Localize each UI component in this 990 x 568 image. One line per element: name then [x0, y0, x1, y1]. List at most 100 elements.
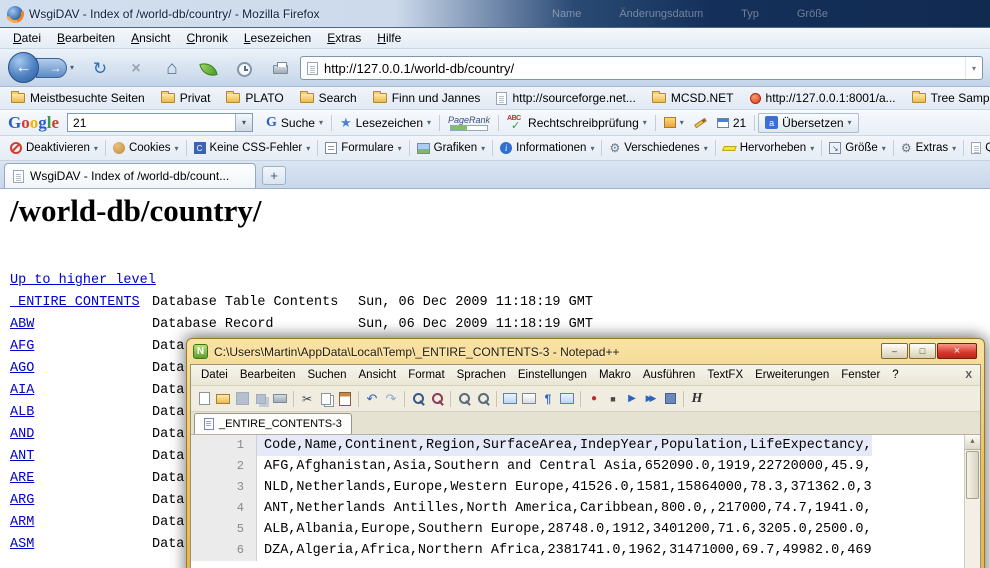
- history-dropdown-icon[interactable]: [70, 63, 74, 72]
- new-file-icon[interactable]: [195, 390, 213, 407]
- home-button[interactable]: [160, 57, 184, 81]
- print-button[interactable]: [268, 57, 292, 81]
- redo-icon[interactable]: [382, 390, 400, 407]
- search-dropdown-icon[interactable]: [235, 114, 252, 131]
- forward-button[interactable]: [36, 58, 67, 78]
- bookmark-sourceforge[interactable]: http://sourceforge.net...: [489, 89, 642, 107]
- save-macro-icon[interactable]: [661, 390, 679, 407]
- extension-leaf-button[interactable]: [196, 57, 220, 81]
- webdev-tools-button[interactable]: Extras: [897, 139, 960, 157]
- menu-item-sprachen[interactable]: Sprachen: [451, 367, 512, 383]
- bookmark-mcsd[interactable]: MCSD.NET: [645, 89, 741, 107]
- bookmark-search[interactable]: Search: [293, 89, 364, 107]
- save-icon[interactable]: [233, 390, 251, 407]
- back-button[interactable]: [8, 52, 39, 83]
- paste-icon[interactable]: [336, 390, 354, 407]
- url-dropdown-icon[interactable]: [965, 57, 982, 79]
- up-to-higher-level-link[interactable]: Up to higher level: [10, 273, 156, 288]
- webdev-source-button[interactable]: Quellte: [967, 140, 990, 156]
- bookmark-localhost-8001[interactable]: http://127.0.0.1:8001/a...: [743, 89, 903, 107]
- menu-item-bearbeiten[interactable]: Bearbeiten: [234, 367, 302, 383]
- replace-icon[interactable]: [428, 390, 446, 407]
- menu-item-ansicht[interactable]: Ansicht: [353, 367, 403, 383]
- save-all-icon[interactable]: [252, 390, 270, 407]
- menu-item-erweiterungen[interactable]: Erweiterungen: [749, 367, 835, 383]
- new-tab-button[interactable]: +: [262, 166, 286, 185]
- entry-link[interactable]: ARG: [10, 493, 152, 515]
- entry-link[interactable]: AIA: [10, 383, 152, 405]
- entry-link[interactable]: ARM: [10, 515, 152, 537]
- google-search-value[interactable]: 21: [68, 116, 235, 130]
- pagerank-widget[interactable]: PageRank: [443, 115, 495, 131]
- stop-macro-icon[interactable]: [604, 390, 622, 407]
- history-clock-button[interactable]: [232, 57, 256, 81]
- open-file-icon[interactable]: [214, 390, 232, 407]
- webdev-css-button[interactable]: Keine CSS-Fehler: [190, 140, 315, 156]
- menu-item-ansicht[interactable]: Ansicht: [123, 29, 178, 47]
- webdev-information-button[interactable]: Informationen: [496, 140, 598, 156]
- webdev-images-button[interactable]: Grafiken: [413, 140, 489, 156]
- notepad-editor[interactable]: 1Code,Name,Continent,Region,SurfaceArea,…: [191, 435, 980, 568]
- function-help-icon[interactable]: [688, 390, 706, 407]
- menu-item-format[interactable]: Format: [402, 367, 450, 383]
- translate-button[interactable]: Übersetzen: [758, 113, 858, 133]
- vertical-scrollbar[interactable]: [964, 435, 980, 568]
- menu-item-textfx[interactable]: TextFX: [701, 367, 749, 383]
- show-symbols-icon[interactable]: [539, 390, 557, 407]
- menu-item-datei[interactable]: Datei: [5, 29, 49, 47]
- entry-link[interactable]: AGO: [10, 361, 152, 383]
- webdev-outline-button[interactable]: Hervorheben: [719, 140, 819, 156]
- menu-item-makro[interactable]: Makro: [593, 367, 637, 383]
- menu-item-suchen[interactable]: Suchen: [301, 367, 352, 383]
- notepad-titlebar[interactable]: C:\Users\Martin\AppData\Local\Temp\_ENTI…: [187, 339, 984, 364]
- cut-icon[interactable]: [298, 390, 316, 407]
- menu-item-ausfuehren[interactable]: Ausführen: [637, 367, 701, 383]
- entry-link[interactable]: ANT: [10, 449, 152, 471]
- bookmark-plato[interactable]: PLATO: [219, 89, 290, 107]
- record-macro-icon[interactable]: [585, 390, 603, 407]
- menu-item-help[interactable]: ?: [886, 367, 904, 383]
- maximize-button[interactable]: [909, 343, 936, 359]
- google-search-button[interactable]: Suche: [261, 113, 328, 133]
- stop-button[interactable]: [124, 57, 148, 81]
- copy-icon[interactable]: [317, 390, 335, 407]
- entry-link[interactable]: ASM: [10, 537, 152, 559]
- scroll-up-icon[interactable]: [965, 435, 980, 450]
- find-icon[interactable]: [409, 390, 427, 407]
- entry-link[interactable]: ARE: [10, 471, 152, 493]
- firefox-titlebar[interactable]: WsgiDAV - Index of /world-db/country/ - …: [0, 0, 990, 28]
- word-wrap-icon[interactable]: [520, 390, 538, 407]
- webdev-resize-button[interactable]: Größe: [825, 140, 890, 156]
- tab-entire-contents[interactable]: _ENTIRE_CONTENTS-3: [194, 413, 352, 434]
- play-macro-icon[interactable]: [623, 390, 641, 407]
- notepad-window[interactable]: C:\Users\Martin\AppData\Local\Temp\_ENTI…: [186, 338, 985, 568]
- zoom-in-icon[interactable]: [455, 390, 473, 407]
- entry-link[interactable]: ABW: [10, 317, 152, 339]
- webdev-miscellaneous-button[interactable]: Verschiedenes: [605, 139, 711, 157]
- run-macro-multiple-icon[interactable]: [642, 390, 660, 407]
- reload-button[interactable]: [88, 57, 112, 81]
- google-search-box[interactable]: 21: [67, 113, 253, 132]
- menu-item-extras[interactable]: Extras: [319, 29, 369, 47]
- popup-blocker-button[interactable]: 21: [712, 114, 751, 132]
- entry-link[interactable]: AND: [10, 427, 152, 449]
- menu-item-datei[interactable]: Datei: [195, 367, 234, 383]
- menu-item-lesezeichen[interactable]: Lesezeichen: [236, 29, 319, 47]
- print-icon[interactable]: [271, 390, 289, 407]
- menu-item-chronik[interactable]: Chronik: [178, 29, 235, 47]
- tab-wsgidav[interactable]: WsgiDAV - Index of /world-db/count...: [4, 163, 256, 188]
- url-bar[interactable]: http://127.0.0.1/world-db/country/: [300, 56, 983, 80]
- bookmark-tree-samples[interactable]: Tree Samples: [905, 89, 990, 107]
- menu-item-fenster[interactable]: Fenster: [835, 367, 886, 383]
- highlighter-button[interactable]: [689, 119, 712, 127]
- bookmark-most-visited[interactable]: Meistbesuchte Seiten: [4, 89, 152, 107]
- webdev-cookies-button[interactable]: Cookies: [109, 140, 183, 156]
- entry-link[interactable]: ALB: [10, 405, 152, 427]
- menu-close-button[interactable]: X: [965, 370, 972, 381]
- webdev-forms-button[interactable]: Formulare: [321, 140, 405, 156]
- menu-item-einstellungen[interactable]: Einstellungen: [512, 367, 593, 383]
- minimize-button[interactable]: [881, 343, 908, 359]
- url-text[interactable]: http://127.0.0.1/world-db/country/: [324, 61, 965, 76]
- sync-scroll-icon[interactable]: [501, 390, 519, 407]
- autofill-button[interactable]: [659, 115, 689, 130]
